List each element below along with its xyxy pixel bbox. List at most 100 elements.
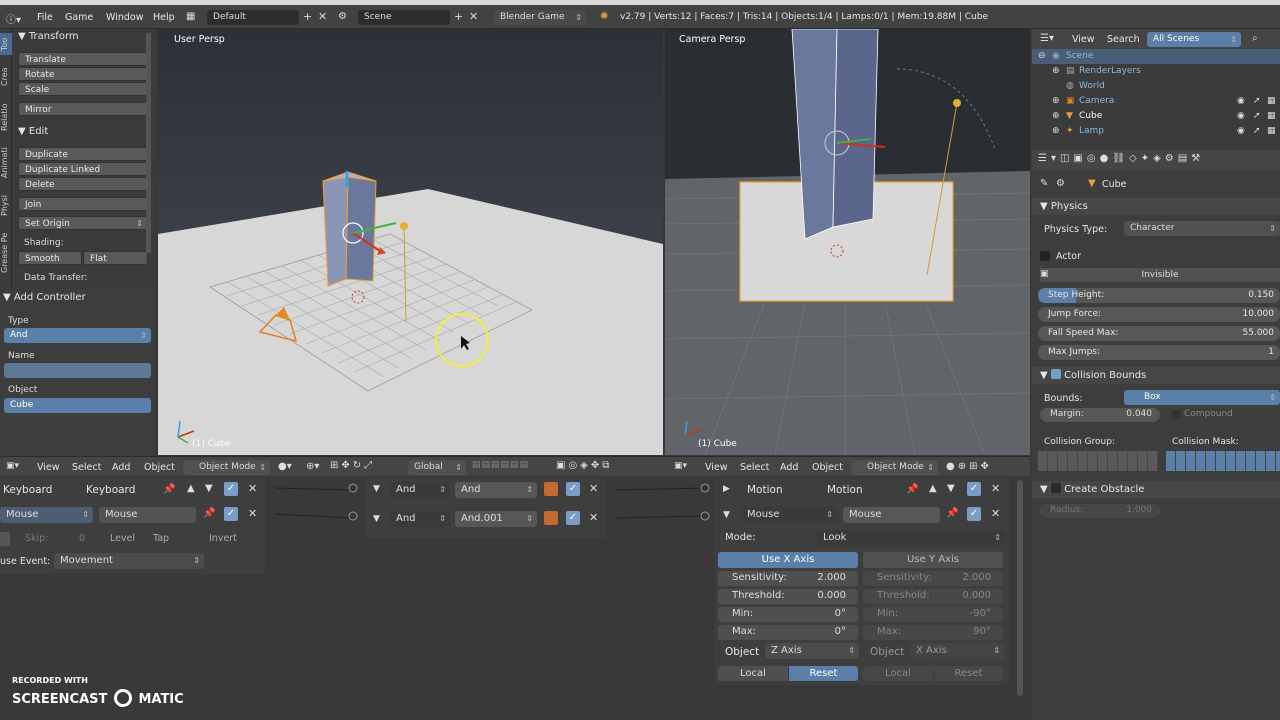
expand-icon[interactable]: ⊕ bbox=[1052, 124, 1060, 139]
y-max-field[interactable]: Max: 90° bbox=[863, 625, 1003, 640]
actuator-pin-icon-2[interactable]: 📌 bbox=[946, 508, 958, 519]
outliner-row-renderlayers[interactable]: ⊕ ▤ RenderLayers bbox=[1032, 64, 1280, 79]
smooth-button[interactable]: Smooth bbox=[18, 251, 82, 265]
selectable-arrow-icon[interactable]: ➚ bbox=[1253, 124, 1261, 139]
set-origin-button[interactable]: Set Origin bbox=[18, 216, 148, 231]
x-reset-toggle[interactable]: Reset bbox=[789, 666, 858, 681]
x-max-field[interactable]: Max: 0° bbox=[718, 625, 858, 640]
y-object-axis-select[interactable]: X Axis bbox=[910, 643, 1004, 659]
tab-relations[interactable]: Relatio bbox=[0, 97, 12, 137]
viewport-camera-persp[interactable]: Camera Persp (1) Cube bbox=[665, 29, 1030, 455]
mouse-sensor-type[interactable]: Mouse bbox=[0, 507, 93, 523]
rotate-button[interactable]: Rotate bbox=[18, 67, 148, 81]
outliner-search-menu[interactable]: Search bbox=[1107, 34, 1140, 45]
level-toggle[interactable]: Level bbox=[110, 533, 135, 544]
outliner-filter-select[interactable]: All Scenes bbox=[1147, 32, 1241, 47]
actuator-down-icon[interactable]: ▼ bbox=[947, 483, 955, 494]
create-obstacle-checkbox[interactable] bbox=[1050, 483, 1061, 493]
bounds-select[interactable]: Box bbox=[1124, 390, 1280, 405]
snap-icons[interactable]: ▣◎◈✥⧉ bbox=[556, 460, 612, 471]
menu-window[interactable]: Window bbox=[106, 12, 143, 23]
editor-type-icon-right[interactable]: ▣▾ bbox=[674, 461, 687, 471]
mouse-actuator-collapse-icon[interactable]: ▼ bbox=[723, 510, 730, 520]
physics-panel-header[interactable]: ▼ Physics bbox=[1032, 198, 1280, 215]
render-camera-icon[interactable]: ▦ bbox=[1267, 124, 1276, 139]
fall-speed-field[interactable]: Fall Speed Max: 55.000 bbox=[1038, 326, 1280, 341]
object-field[interactable]: Cube bbox=[4, 398, 151, 413]
add-scene-button[interactable]: + bbox=[454, 10, 463, 23]
x-threshold-field[interactable]: Threshold: 0.000 bbox=[718, 589, 858, 604]
outliner-row-cube[interactable]: ⊕ ▼ Cube ◉ ➚ ▦ bbox=[1032, 109, 1280, 124]
controller2-type[interactable]: And bbox=[390, 511, 450, 527]
y-threshold-field[interactable]: Threshold: 0.000 bbox=[863, 589, 1003, 604]
engine-select[interactable]: Blender Game bbox=[494, 10, 586, 25]
y-reset-toggle[interactable]: Reset bbox=[934, 666, 1003, 681]
vp-menu-view[interactable]: View bbox=[37, 462, 60, 473]
layer-buttons[interactable]: ▤▤▤▤▤▤ bbox=[472, 460, 529, 470]
collision-mask-grid[interactable] bbox=[1166, 451, 1280, 471]
layout-icon[interactable]: ▦ bbox=[186, 11, 195, 22]
expand-icon[interactable]: ⊖ bbox=[1038, 49, 1046, 64]
flat-button[interactable]: Flat bbox=[83, 251, 148, 265]
orientation-select[interactable]: Global bbox=[408, 460, 466, 475]
scale-button[interactable]: Scale bbox=[18, 82, 148, 96]
keyboard-sensor-type[interactable]: Keyboard bbox=[3, 484, 52, 496]
name-input[interactable] bbox=[4, 363, 151, 378]
mouse-actuator-active-checkbox[interactable]: ✓ bbox=[967, 507, 981, 521]
shading-icon[interactable]: ●▾ bbox=[278, 461, 292, 472]
motion-expand-icon[interactable]: ▶ bbox=[723, 484, 730, 494]
controller1-name[interactable]: And bbox=[455, 482, 537, 498]
add-layout-button[interactable]: + bbox=[303, 10, 312, 23]
outliner-view-menu[interactable]: View bbox=[1072, 34, 1095, 45]
invert-toggle[interactable]: Invert bbox=[209, 533, 237, 544]
controller1-collapse-icon[interactable]: ▼ bbox=[373, 484, 380, 494]
y-min-field[interactable]: Min: -90° bbox=[863, 607, 1003, 622]
outliner-row-lamp[interactable]: ⊕ ✦ Lamp ◉ ➚ ▦ bbox=[1032, 124, 1280, 139]
invisible-toggle[interactable]: Invisible bbox=[1040, 268, 1280, 282]
controller2-active-checkbox[interactable]: ✓ bbox=[566, 511, 580, 525]
viewport-user-persp[interactable]: User Persp (1) Cube bbox=[158, 29, 663, 455]
invisible-checkbox-icon[interactable]: ▣ bbox=[1040, 269, 1049, 279]
manipulator-icons[interactable]: ⊞✥↻⤢ bbox=[330, 460, 375, 471]
scene-icon[interactable]: ⚙ bbox=[338, 11, 347, 22]
scene-field[interactable]: Scene bbox=[358, 10, 450, 25]
outliner-search-icon[interactable]: ⌕ bbox=[1252, 33, 1258, 44]
mode-select-right[interactable]: Object Mode bbox=[851, 460, 938, 475]
vp2-menu-view[interactable]: View bbox=[705, 462, 728, 473]
max-jumps-field[interactable]: Max Jumps: 1 bbox=[1038, 345, 1280, 360]
controller1-active-checkbox[interactable]: ✓ bbox=[566, 482, 580, 496]
pin-context-icon[interactable]: ✎ bbox=[1040, 178, 1048, 189]
info-editor-icon[interactable]: ⓘ▾ bbox=[6, 11, 21, 26]
controller2-state-icon[interactable] bbox=[544, 511, 558, 525]
tab-create[interactable]: Crea bbox=[0, 59, 12, 95]
physics-type-select[interactable]: Character bbox=[1124, 221, 1280, 236]
pulse-toggle[interactable] bbox=[0, 532, 10, 546]
mirror-button[interactable]: Mirror bbox=[18, 102, 148, 116]
move-up-icon[interactable]: ▲ bbox=[187, 483, 195, 494]
remove-scene-button[interactable]: ✕ bbox=[469, 10, 478, 23]
controller1-state-icon[interactable] bbox=[544, 482, 558, 496]
pin-icon[interactable]: 📌 bbox=[163, 484, 175, 495]
outliner-editor-icon[interactable]: ☰▾ bbox=[1040, 33, 1054, 44]
keyboard-sensor-name[interactable]: Keyboard bbox=[86, 484, 135, 496]
jump-force-field[interactable]: Jump Force: 10.000 bbox=[1038, 307, 1280, 322]
margin-field[interactable]: Margin: 0.040 bbox=[1040, 408, 1160, 422]
tool-shelf-scrollbar[interactable] bbox=[146, 33, 151, 253]
translate-button[interactable]: Translate bbox=[18, 52, 148, 66]
tab-grease-pencil[interactable]: Grease Pe bbox=[0, 225, 12, 281]
mouse-actuator-name[interactable]: Mouse bbox=[843, 507, 940, 523]
delete-button[interactable]: Delete bbox=[18, 177, 148, 191]
collision-group-grid[interactable] bbox=[1038, 451, 1158, 471]
use-event-select[interactable]: Movement bbox=[54, 553, 204, 569]
use-y-axis-toggle[interactable]: Use Y Axis bbox=[863, 552, 1003, 568]
mouse-active-checkbox[interactable]: ✓ bbox=[224, 507, 238, 521]
step-height-field[interactable]: Step Height: 0.150 bbox=[1038, 288, 1280, 303]
x-min-field[interactable]: Min: 0° bbox=[718, 607, 858, 622]
duplicate-linked-button[interactable]: Duplicate Linked bbox=[18, 162, 148, 176]
vp-menu-select[interactable]: Select bbox=[72, 462, 101, 473]
menu-game[interactable]: Game bbox=[65, 12, 93, 23]
viewport-right-tools[interactable]: ●⊕⊞✥ bbox=[946, 461, 992, 472]
vp2-menu-select[interactable]: Select bbox=[740, 462, 769, 473]
x-local-toggle[interactable]: Local bbox=[718, 666, 788, 681]
properties-context-icons[interactable]: ☰▾◫▣◎●⛓◇✦◈⚙▤⚒ bbox=[1038, 153, 1204, 164]
